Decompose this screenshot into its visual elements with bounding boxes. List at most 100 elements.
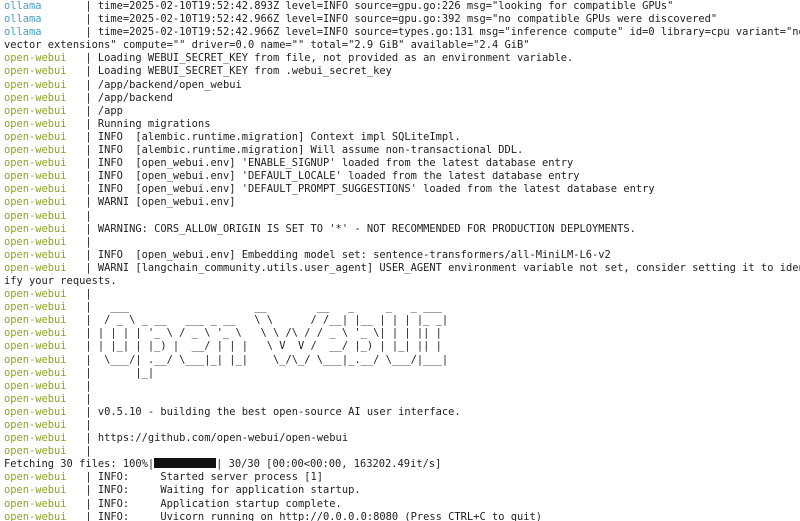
log-line: open-webui | WARNI [open_webui.env] — [4, 196, 800, 209]
log-message: | |_| — [79, 366, 155, 379]
service-prefix-open-webui: open-webui — [4, 91, 80, 104]
log-message: | INFO [open_webui.env] 'DEFAULT_LOCALE'… — [79, 170, 580, 183]
log-message: | — [79, 288, 92, 301]
log-line: open-webui | /app — [4, 105, 800, 118]
service-prefix-open-webui: open-webui — [4, 52, 80, 65]
log-message: | INFO [open_webui.env] Embedding model … — [79, 248, 611, 261]
log-message: | / _ \ _ __ ___ _ __ \ \ / /__| |__ | |… — [79, 314, 449, 327]
log-line: open-webui | | | | | '_ \ / _ \ '_ \ \ \… — [4, 327, 800, 340]
log-message: | Loading WEBUI_SECRET_KEY from .webui_s… — [79, 65, 392, 78]
service-prefix-ollama: ollama — [4, 0, 80, 12]
log-line: open-webui | / _ \ _ __ ___ _ __ \ \ / /… — [4, 314, 800, 327]
service-prefix-open-webui: open-webui — [4, 471, 80, 484]
service-prefix-open-webui: open-webui — [4, 196, 80, 209]
log-message: | WARNI [open_webui.env] — [79, 196, 236, 209]
log-line: ify your requests. — [4, 275, 800, 288]
log-line: open-webui | INFO [open_webui.env] 'ENAB… — [4, 157, 800, 170]
log-line: ollama | time=2025-02-10T19:52:42.966Z l… — [4, 26, 800, 39]
log-message: | \___/| .__/ \___|_| |_| \_/\_/ \___|_.… — [79, 353, 449, 366]
service-prefix-open-webui: open-webui — [4, 445, 80, 458]
service-prefix-open-webui: open-webui — [4, 314, 80, 327]
progress-text-before: Fetching 30 files: 100%| — [4, 458, 155, 471]
log-message: | — [79, 419, 92, 431]
log-line: open-webui | INFO: Application startup c… — [4, 498, 800, 511]
service-prefix-open-webui: open-webui — [4, 510, 80, 521]
progress-bar — [154, 458, 217, 469]
log-message: | WARNI [langchain_community.utils.user_… — [79, 261, 800, 274]
log-message: | INFO: Application startup complete. — [79, 497, 342, 510]
service-prefix-open-webui: open-webui — [4, 130, 80, 143]
log-line: open-webui | — [4, 288, 800, 301]
log-line: open-webui | INFO: Waiting for applicati… — [4, 484, 800, 497]
log-line: open-webui | Loading WEBUI_SECRET_KEY fr… — [4, 52, 800, 65]
service-prefix-open-webui: open-webui — [4, 78, 80, 91]
service-prefix-open-webui: open-webui — [4, 104, 80, 117]
log-message: vector extensions" compute="" driver=0.0… — [4, 39, 530, 52]
service-prefix-open-webui: open-webui — [4, 209, 80, 222]
log-message: | /app/backend — [79, 91, 173, 104]
service-prefix-open-webui: open-webui — [4, 484, 80, 497]
terminal-window[interactable]: ollama | time=2025-02-10T19:52:42.893Z l… — [0, 0, 800, 521]
service-prefix-open-webui: open-webui — [4, 222, 80, 235]
log-line: open-webui | — [4, 445, 800, 458]
log-message: | INFO: Started server process [1] — [79, 471, 324, 484]
service-prefix-open-webui: open-webui — [4, 392, 80, 405]
log-line: open-webui | Running migrations — [4, 118, 800, 131]
log-line: open-webui | Loading WEBUI_SECRET_KEY fr… — [4, 65, 800, 78]
log-line: vector extensions" compute="" driver=0.0… — [4, 39, 800, 52]
log-line: open-webui | v0.5.10 - building the best… — [4, 406, 800, 419]
progress-line: Fetching 30 files: 100%| | 30/30 [00:00<0… — [4, 458, 800, 471]
service-prefix-open-webui: open-webui — [4, 65, 80, 78]
log-message: | INFO [open_webui.env] 'ENABLE_SIGNUP' … — [79, 157, 574, 170]
log-message: | INFO [alembic.runtime.migration] Will … — [79, 144, 524, 157]
log-output: ollama | time=2025-02-10T19:52:42.893Z l… — [4, 0, 800, 458]
log-message: | time=2025-02-10T19:52:42.893Z level=IN… — [79, 0, 674, 12]
log-message: | Running migrations — [79, 117, 211, 130]
service-prefix-open-webui: open-webui — [4, 248, 80, 261]
log-message: | /app — [79, 104, 123, 117]
log-line: open-webui | INFO [open_webui.env] 'DEFA… — [4, 183, 800, 196]
log-message: | — [79, 379, 92, 392]
log-line: open-webui | INFO [alembic.runtime.migra… — [4, 144, 800, 157]
log-message: | /app/backend/open_webui — [79, 78, 242, 91]
log-message: | — [79, 209, 92, 222]
log-line: open-webui | | |_| | |_) | __/ | | | \ V… — [4, 340, 800, 353]
log-line: open-webui | — [4, 380, 800, 393]
service-prefix-open-webui: open-webui — [4, 235, 80, 248]
log-message: | | |_| | |_) | __/ | | | \ V V / __/ |_… — [79, 340, 449, 353]
log-message: | v0.5.10 - building the best open-sourc… — [79, 405, 461, 418]
log-line: open-webui | WARNI [langchain_community.… — [4, 262, 800, 275]
log-line: open-webui | ___ __ __ _ _ _ ___ — [4, 301, 800, 314]
log-message: | Loading WEBUI_SECRET_KEY from file, no… — [79, 52, 574, 65]
log-line: open-webui | INFO [alembic.runtime.migra… — [4, 131, 800, 144]
log-line: open-webui | INFO [open_webui.env] 'DEFA… — [4, 170, 800, 183]
log-line: open-webui | https://github.com/open-web… — [4, 432, 800, 445]
service-prefix-open-webui: open-webui — [4, 261, 80, 274]
service-prefix-open-webui: open-webui — [4, 432, 80, 445]
log-message: | INFO [open_webui.env] 'DEFAULT_PROMPT_… — [79, 183, 655, 196]
log-line: open-webui | — [4, 419, 800, 432]
service-prefix-open-webui: open-webui — [4, 497, 80, 510]
log-message: | — [79, 392, 92, 405]
log-message: | ___ __ __ _ _ _ ___ — [79, 301, 449, 314]
log-message: | INFO: Uvicorn running on http://0.0.0.… — [79, 510, 542, 521]
log-message: | https://github.com/open-webui/open-web… — [79, 432, 349, 445]
log-line: open-webui | WARNING: CORS_ALLOW_ORIGIN … — [4, 223, 800, 236]
progress-text-after: | 30/30 [00:00<00:00, 163202.49it/s] — [216, 458, 442, 471]
service-prefix-open-webui: open-webui — [4, 327, 80, 340]
log-message: | time=2025-02-10T19:52:42.966Z level=IN… — [79, 13, 718, 26]
log-line: open-webui | \___/| .__/ \___|_| |_| \_/… — [4, 354, 800, 367]
log-line: ollama | time=2025-02-10T19:52:42.966Z l… — [4, 13, 800, 26]
service-prefix-open-webui: open-webui — [4, 301, 80, 314]
log-line: open-webui | |_| — [4, 367, 800, 380]
log-message: | time=2025-02-10T19:52:42.966Z level=IN… — [79, 26, 800, 39]
log-message: | INFO [alembic.runtime.migration] Conte… — [79, 130, 461, 143]
service-prefix-open-webui: open-webui — [4, 366, 80, 379]
log-line: open-webui | — [4, 393, 800, 406]
log-message: | WARNING: CORS_ALLOW_ORIGIN IS SET TO '… — [79, 222, 636, 235]
service-prefix-open-webui: open-webui — [4, 288, 80, 301]
service-prefix-open-webui: open-webui — [4, 405, 80, 418]
service-prefix-open-webui: open-webui — [4, 157, 80, 170]
log-message: | — [79, 235, 92, 248]
log-message: ify your requests. — [4, 274, 117, 287]
